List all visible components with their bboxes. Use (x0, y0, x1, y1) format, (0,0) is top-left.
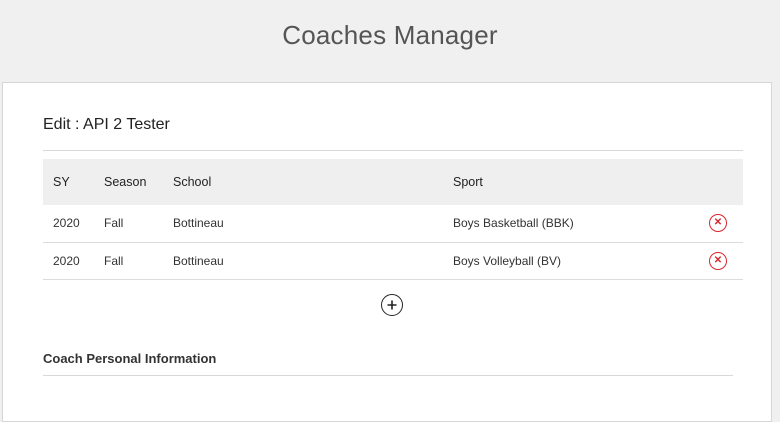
table-row: 2020 Fall Bottineau Boys Volleyball (BV)… (43, 242, 743, 279)
page-header: Coaches Manager (0, 0, 780, 82)
plus-icon (387, 300, 397, 310)
cell-sy: 2020 (53, 216, 80, 231)
edit-title: Edit : API 2 Tester (43, 116, 170, 133)
personal-info-title: Coach Personal Information (43, 351, 217, 366)
cell-actions: ✕ (693, 205, 743, 242)
cell-actions: ✕ (693, 242, 743, 279)
cell-sy: 2020 (53, 253, 80, 268)
delete-row-button[interactable]: ✕ (709, 251, 727, 270)
cell-sport: Boys Volleyball (BV) (453, 253, 562, 268)
column-header-actions (693, 159, 743, 205)
column-header-sport[interactable]: Sport (443, 159, 693, 205)
cell-season: Fall (104, 253, 124, 268)
cell-school: Bottineau (173, 253, 224, 268)
table-row: 2020 Fall Bottineau Boys Basketball (BBK… (43, 205, 743, 242)
delete-row-button[interactable]: ✕ (709, 214, 727, 233)
table-header-row: SY Season School Sport (43, 159, 743, 205)
cell-school: Bottineau (173, 216, 224, 231)
cell-sport: Boys Basketball (BBK) (453, 216, 574, 231)
assignments-table: SY Season School Sport 2020 Fall Bottine… (43, 159, 743, 280)
add-row-button[interactable] (381, 294, 403, 316)
cell-season: Fall (104, 216, 124, 231)
divider (43, 375, 733, 376)
column-header-school[interactable]: School (163, 159, 443, 205)
column-header-season[interactable]: Season (94, 159, 163, 205)
divider (43, 150, 743, 151)
edit-card: Edit : API 2 Tester SY Season School Spo… (2, 82, 772, 422)
close-icon: ✕ (713, 217, 723, 229)
page-title: Coaches Manager (282, 19, 498, 50)
column-header-sy[interactable]: SY (43, 159, 94, 205)
close-icon: ✕ (713, 254, 723, 266)
